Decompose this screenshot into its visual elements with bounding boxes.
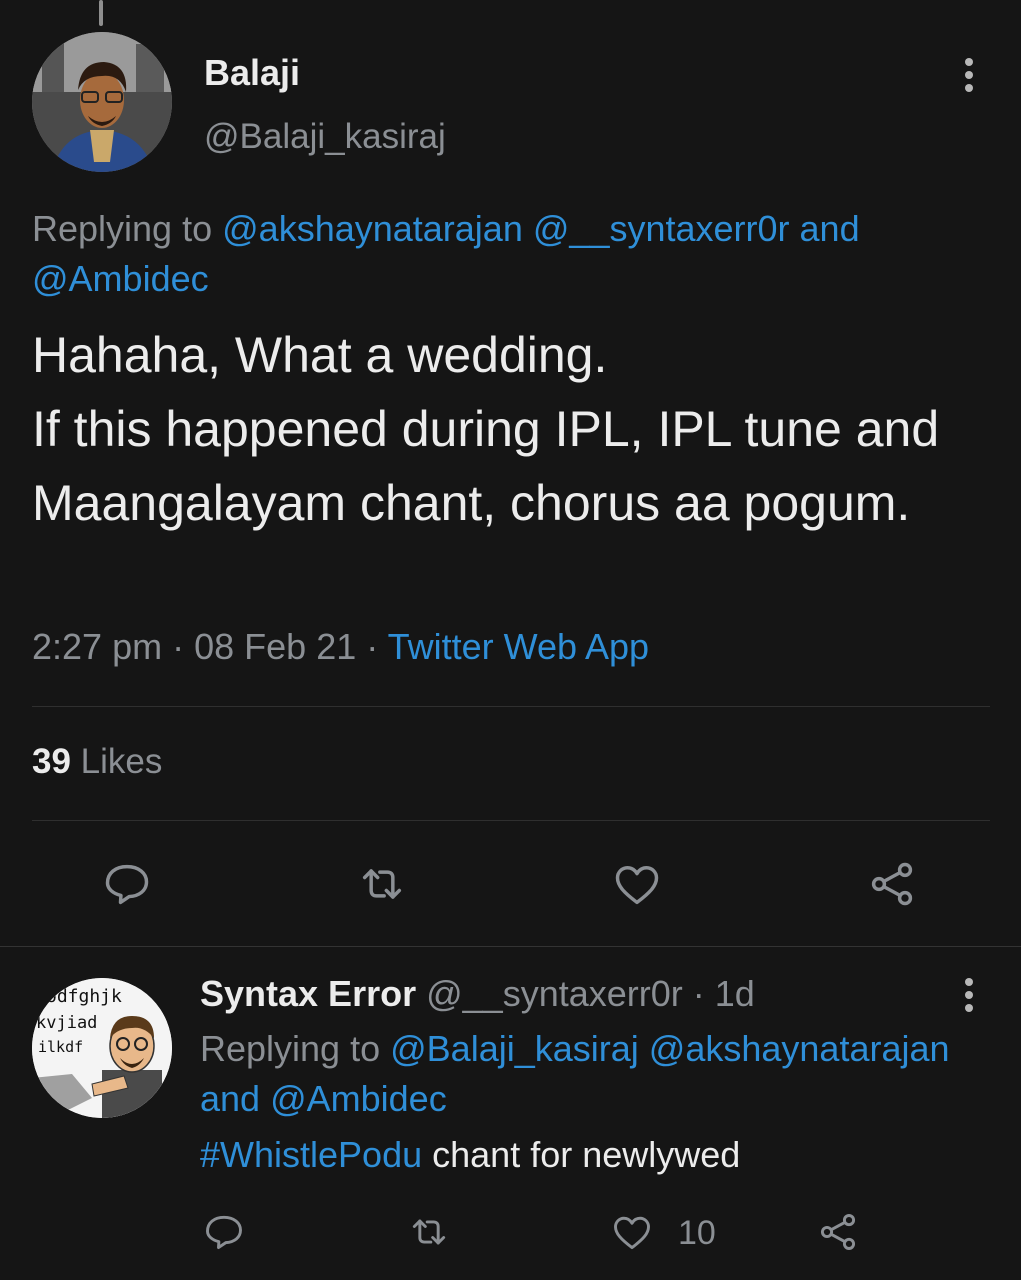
tweet-source-link[interactable]: Twitter Web App	[388, 626, 649, 667]
replying-to-label: Replying to	[200, 1028, 381, 1069]
tweet-meta: 2:27 pm · 08 Feb 21 · Twitter Web App	[32, 626, 649, 668]
reply-author-name[interactable]: Syntax Error	[200, 973, 416, 1014]
avatar-scribble-3: ilkdf	[38, 1038, 83, 1056]
reply-icon[interactable]	[101, 858, 153, 910]
retweet-icon[interactable]	[407, 1210, 451, 1254]
reply-more-options-icon[interactable]	[952, 978, 986, 1016]
retweet-icon[interactable]	[356, 858, 408, 910]
replying-to-label: Replying to	[32, 208, 213, 249]
reply-separator: ·	[692, 973, 705, 1014]
avatar-photo	[32, 32, 172, 172]
replying-to: Replying to @akshaynatarajan @__syntaxer…	[32, 204, 992, 304]
reply-author-handle[interactable]: @__syntaxerr0r	[426, 973, 683, 1014]
avatar-scribble-2: kvjiad	[36, 1013, 97, 1033]
hashtag-link[interactable]: #WhistlePodu	[200, 1134, 422, 1175]
divider	[32, 706, 990, 707]
mention-akshaynatarajan[interactable]: @akshaynatarajan	[222, 208, 523, 249]
reply-body: chant for newlywed	[432, 1134, 741, 1175]
more-options-icon[interactable]	[952, 58, 986, 96]
avatar[interactable]	[32, 32, 172, 172]
divider	[32, 820, 990, 821]
author-name[interactable]: Balaji	[204, 52, 300, 94]
likes-label: Likes	[80, 742, 163, 781]
reply-replying-to: Replying to @Balaji_kasiraj @akshaynatar…	[200, 1024, 1000, 1124]
meta-separator: ·	[366, 626, 379, 667]
tweet-text: Hahaha, What a wedding. If this happened…	[32, 327, 940, 531]
meta-separator: ·	[172, 626, 185, 667]
replying-and[interactable]: and	[800, 208, 860, 249]
like-icon[interactable]	[610, 1210, 654, 1254]
reply-header: Syntax Error @__syntaxerr0r · 1d	[200, 973, 755, 1015]
avatar-cartoon: odfghjk kvjiad ilkdf	[32, 978, 172, 1118]
mention-syntaxerr0r[interactable]: @__syntaxerr0r	[533, 208, 790, 249]
reply-icon[interactable]	[202, 1210, 246, 1254]
mention-ambidec[interactable]: @Ambidec	[32, 258, 209, 299]
like-icon[interactable]	[611, 858, 663, 910]
tweet-date: 08 Feb 21	[194, 626, 357, 667]
share-icon[interactable]	[816, 1210, 860, 1254]
thread-line	[99, 0, 103, 26]
reply-like-count: 10	[678, 1214, 716, 1252]
likes-count: 39	[32, 742, 71, 781]
tweet-time: 2:27 pm	[32, 626, 163, 667]
reply-age: 1d	[714, 973, 755, 1014]
section-divider	[0, 946, 1021, 947]
reply-text: #WhistlePodu chant for newlywed	[200, 1134, 740, 1176]
mention-ambidec[interactable]: @Ambidec	[270, 1078, 447, 1119]
author-handle[interactable]: @Balaji_kasiraj	[204, 117, 446, 157]
replying-and[interactable]: and	[200, 1078, 260, 1119]
likes-stat[interactable]: 39 Likes	[32, 742, 162, 782]
mention-akshaynatarajan[interactable]: @akshaynatarajan	[649, 1028, 950, 1069]
avatar-scribble-1: odfghjk	[46, 986, 122, 1007]
mention-balaji-kasiraj[interactable]: @Balaji_kasiraj	[390, 1028, 639, 1069]
share-icon[interactable]	[866, 858, 918, 910]
reply-avatar[interactable]: odfghjk kvjiad ilkdf	[32, 978, 172, 1118]
